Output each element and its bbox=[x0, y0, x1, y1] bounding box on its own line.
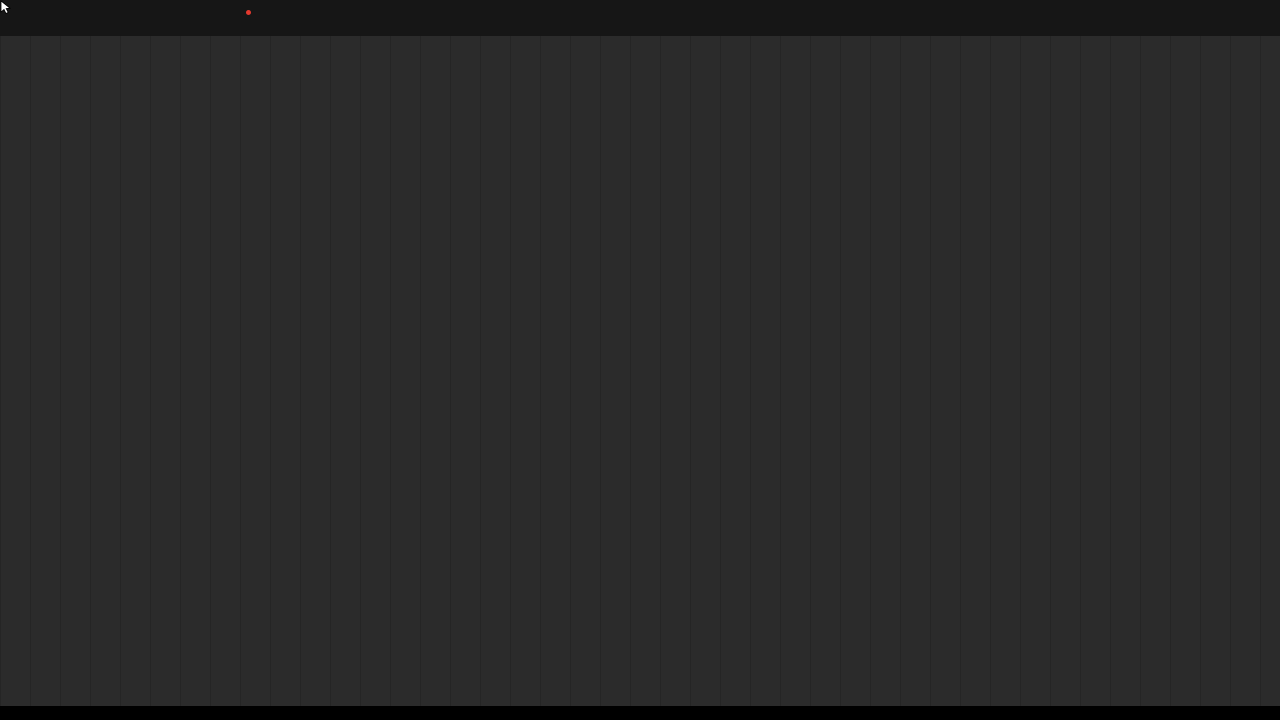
bottom-bar bbox=[0, 706, 1280, 720]
row-subharmonicon-controls bbox=[165, 48, 1063, 258]
row-patch-bay bbox=[165, 265, 1063, 478]
vcv-rack-window bbox=[0, 0, 1280, 720]
notification-dot bbox=[246, 10, 251, 15]
menu-bar bbox=[0, 0, 1280, 36]
row-notes-and-fx bbox=[165, 485, 1063, 695]
rack bbox=[0, 36, 1280, 706]
